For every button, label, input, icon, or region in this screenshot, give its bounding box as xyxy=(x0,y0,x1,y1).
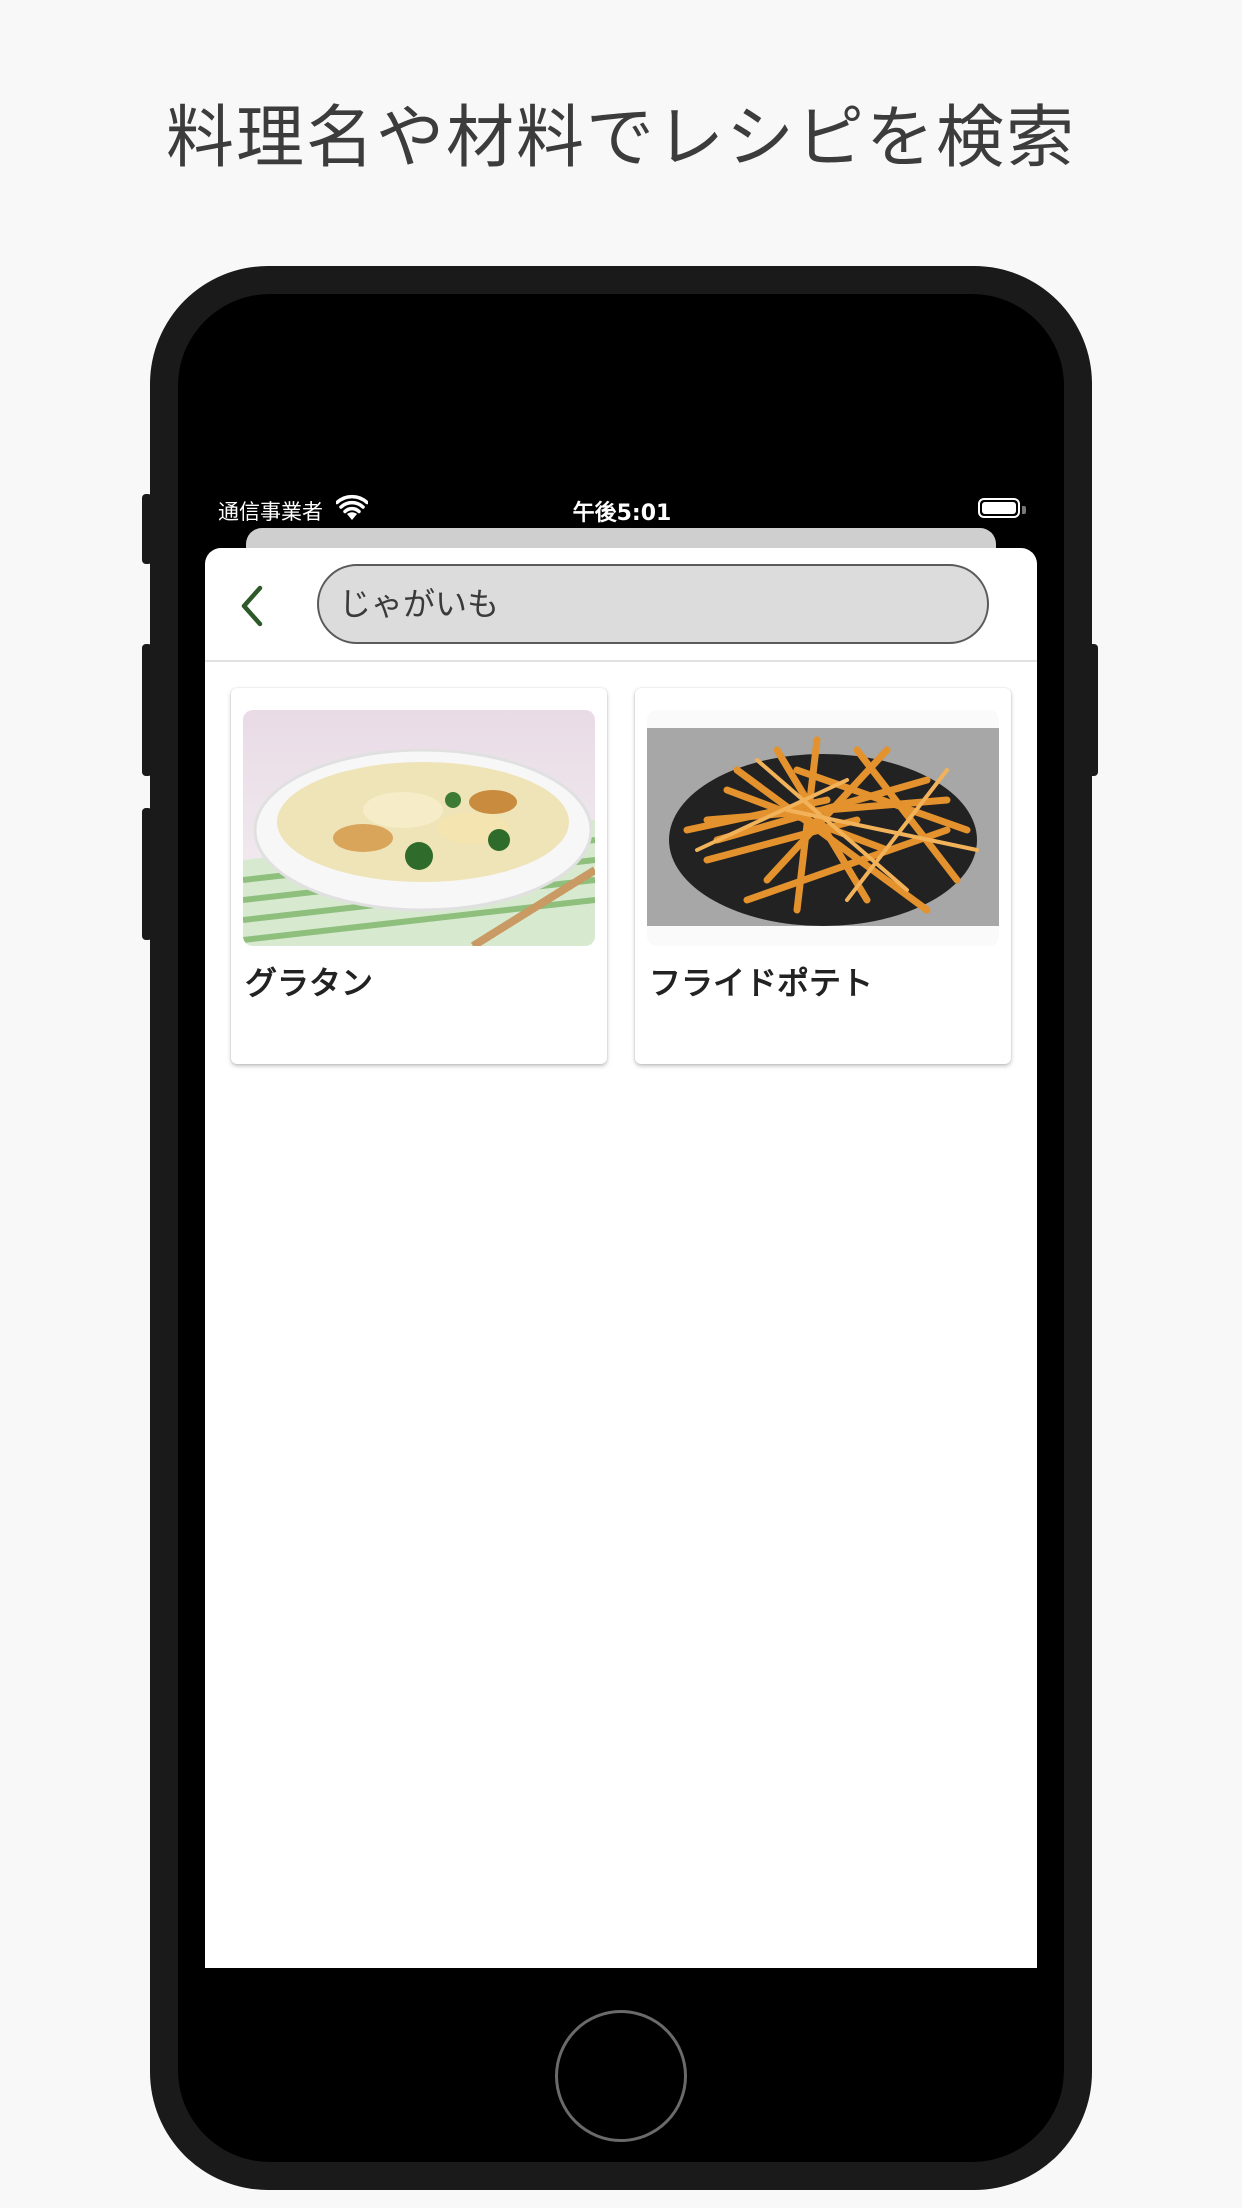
clock: 午後5:01 xyxy=(572,501,672,526)
battery-icon xyxy=(978,498,1020,518)
recipe-title: グラタン xyxy=(245,964,374,1002)
recipe-card-french-fries[interactable]: フライドポテト xyxy=(635,688,1011,1064)
back-button[interactable] xyxy=(227,582,275,630)
search-input[interactable]: じゃがいも xyxy=(317,564,989,644)
gratin-photo xyxy=(243,710,595,946)
status-bar: 通信事業者 午後5:01 xyxy=(218,492,1026,528)
battery-tip xyxy=(1022,506,1026,514)
home-button[interactable] xyxy=(555,2010,687,2142)
search-header: じゃがいも xyxy=(205,548,1037,662)
recipe-card-gratin[interactable]: グラタン xyxy=(231,688,607,1064)
french-fries-photo xyxy=(647,710,999,946)
results-grid: グラタン フライドポテト xyxy=(231,688,1011,1064)
chevron-left-icon xyxy=(241,585,263,627)
headline: 料理名や材料でレシピを検索 xyxy=(165,99,1076,178)
recipe-title: フライドポテト xyxy=(649,964,874,1002)
search-screen: じゃがいも グラタン フライドポテト xyxy=(205,548,1037,1968)
